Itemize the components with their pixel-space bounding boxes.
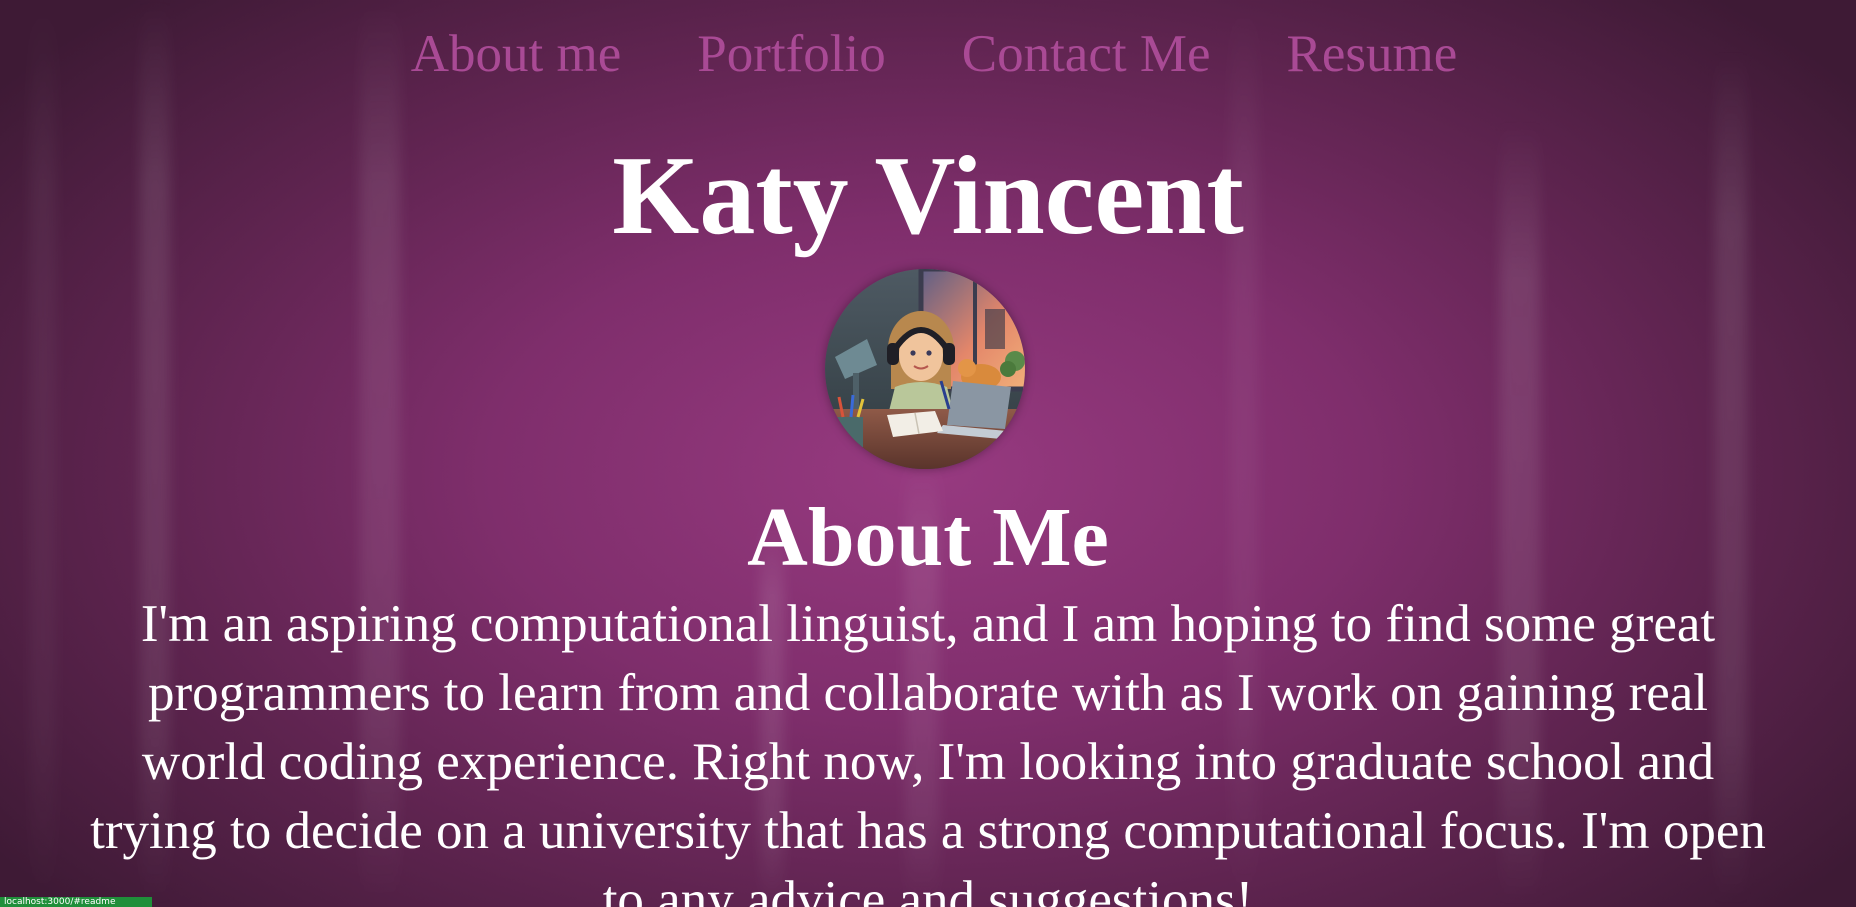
nav-link-about-me[interactable]: About me xyxy=(411,22,622,86)
about-me-heading: About Me xyxy=(747,491,1109,584)
nav-link-portfolio[interactable]: Portfolio xyxy=(697,22,885,86)
bitmoji-avatar-at-desk-icon xyxy=(825,269,1025,469)
about-me-paragraph: I'm an aspiring computational linguist, … xyxy=(90,595,1766,907)
nav-link-contact-me[interactable]: Contact Me xyxy=(962,22,1211,86)
status-badge: localhost:3000/#readme xyxy=(0,897,152,907)
top-navigation: About me Portfolio Contact Me Resume xyxy=(0,22,1856,86)
page-title-name: Katy Vincent xyxy=(612,134,1244,258)
nav-link-resume[interactable]: Resume xyxy=(1286,22,1457,86)
